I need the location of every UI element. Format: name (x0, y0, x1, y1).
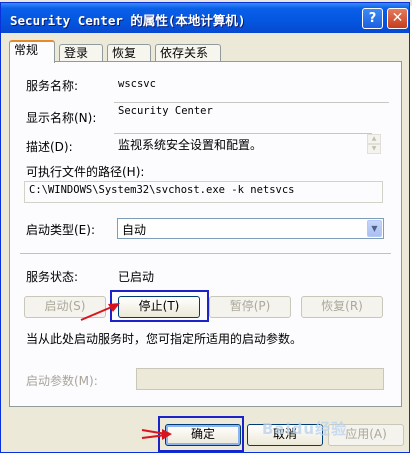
service-status-label: 服务状态: (26, 270, 79, 284)
close-button[interactable]: ✕ (387, 8, 408, 29)
help-button[interactable]: ? (362, 8, 383, 29)
service-status-value: 已启动 (118, 270, 155, 284)
startup-type-label: 启动类型(E): (26, 223, 95, 237)
scroll-down-icon[interactable]: ▼ (367, 144, 381, 154)
start-params-label: 启动参数(M): (26, 374, 98, 388)
startup-type-value: 自动 (122, 223, 147, 237)
exec-path-label: 可执行文件的路径(H): (26, 165, 145, 179)
description-field[interactable]: 监视系统安全设置和配置。 (114, 133, 372, 156)
pause-button[interactable]: 暂停(P) (209, 296, 291, 318)
exec-path-field[interactable]: C:\WINDOWS\System32\svchost.exe -k netsv… (24, 181, 383, 203)
watermark: Baidu经验 (262, 420, 348, 438)
start-params-field[interactable] (136, 368, 384, 390)
properties-dialog: Security Center 的属性(本地计算机) ? ✕ 常规 登录 恢复 … (0, 2, 410, 453)
title-bar[interactable]: Security Center 的属性(本地计算机) ? ✕ (1, 3, 409, 33)
tab-logon[interactable]: 登录 (59, 44, 103, 62)
window-title: Security Center 的属性(本地计算机) (10, 13, 246, 28)
service-name-label: 服务名称: (26, 79, 79, 93)
description-label: 描述(D): (26, 140, 73, 154)
tab-recovery[interactable]: 恢复 (107, 44, 151, 62)
display-name-label: 显示名称(N): (26, 111, 97, 125)
start-params-hint: 当从此处启动服务时，您可指定所适用的启动参数。 (26, 332, 303, 346)
red-arrow-icon (141, 429, 172, 440)
description-scrollbar[interactable]: ▲ ▼ (367, 134, 381, 155)
display-name-field[interactable]: Security Center (114, 102, 389, 124)
startup-type-select[interactable]: 自动 ▼ (117, 218, 384, 239)
resume-button[interactable]: 恢复(R) (301, 296, 383, 318)
tab-dependencies[interactable]: 依存关系 (155, 44, 221, 62)
tab-general[interactable]: 常规 (9, 40, 55, 63)
chevron-down-icon[interactable]: ▼ (367, 220, 382, 237)
scroll-up-icon[interactable]: ▲ (367, 134, 381, 144)
service-name-value: wscsvc (118, 78, 156, 90)
stop-highlight-box (110, 290, 209, 322)
red-arrow-icon (80, 303, 120, 321)
divider (20, 253, 391, 254)
general-tab-panel: 服务名称: wscsvc 显示名称(N): Security Center 描述… (9, 61, 402, 407)
